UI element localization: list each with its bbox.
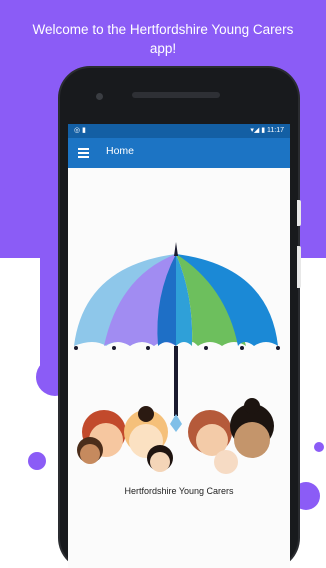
speaker-grille xyxy=(132,92,220,98)
status-icons-left: ◎ ▮ xyxy=(74,127,86,134)
decorative-dot xyxy=(314,442,324,452)
status-clock: ▾◢ ▮ 11:17 xyxy=(250,127,284,134)
camera-icon xyxy=(96,93,103,100)
phone-screen: ◎ ▮ ▾◢ ▮ 11:17 Home Hertfordshire Young … xyxy=(68,124,290,568)
home-hero: Hertfordshire Young Carers xyxy=(68,168,290,568)
phone-frame: ◎ ▮ ▾◢ ▮ 11:17 Home Hertfordshire Young … xyxy=(60,68,301,568)
status-bar: ◎ ▮ ▾◢ ▮ 11:17 xyxy=(68,124,290,138)
app-bar: Home xyxy=(68,138,290,168)
power-button xyxy=(297,246,301,288)
app-bar-title: Home xyxy=(106,145,135,157)
white-edge-left xyxy=(0,258,40,535)
hamburger-menu-icon[interactable] xyxy=(78,148,89,158)
promo-headline: Welcome to the Hertfordshire Young Carer… xyxy=(32,22,294,56)
umbrella-illustration xyxy=(74,242,280,474)
volume-button xyxy=(297,200,301,226)
app-name: Hertfordshire Young Carers xyxy=(124,486,234,496)
decorative-dot xyxy=(28,452,46,470)
